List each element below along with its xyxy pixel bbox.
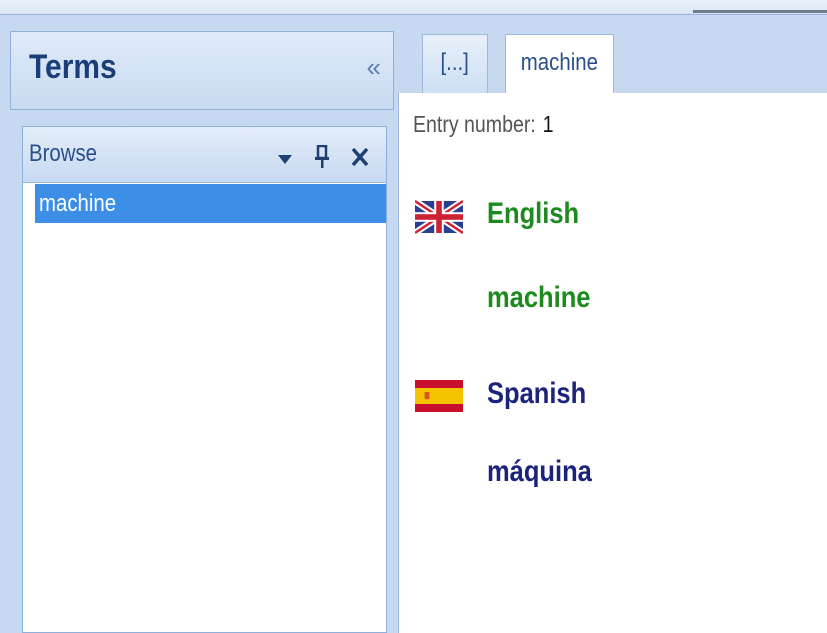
term-english: machine [487,281,591,314]
terms-title: Terms [29,48,117,86]
entry-content: Entry number: 1 English machine Spanish m… [398,93,827,633]
term-spanish: máquina [487,455,592,488]
tab-label: machine [520,49,599,76]
spain-flag-icon [415,380,463,412]
tab-ellipsis[interactable]: [...] [422,34,488,93]
list-item-label: machine [39,190,117,217]
uk-flag-icon [415,199,463,235]
browse-panel: Browse machine [22,126,387,633]
terms-sidebar: Terms « Browse machine [0,15,398,633]
list-item-machine[interactable]: machine [35,184,386,223]
dropdown-arrow-icon[interactable] [277,153,293,165]
language-name-spanish: Spanish [487,377,587,410]
entry-number-label: Entry number: [413,111,536,137]
terms-header: Terms « [10,31,394,110]
top-toolbar-strip [0,0,827,15]
browse-panel-header: Browse [23,127,386,183]
close-icon[interactable] [351,147,369,167]
tab-bar: [...] machine [398,15,827,94]
toolbar-edge [693,10,827,13]
double-chevron-left-icon[interactable]: « [367,52,381,83]
language-name-english: English [487,197,580,230]
tab-label: [...] [440,49,470,76]
pin-icon[interactable] [315,145,329,169]
entry-number-value: 1 [542,111,554,137]
entry-number-row: Entry number: 1 [413,111,553,138]
browse-label: Browse [29,140,98,167]
tab-machine[interactable]: machine [505,34,614,94]
